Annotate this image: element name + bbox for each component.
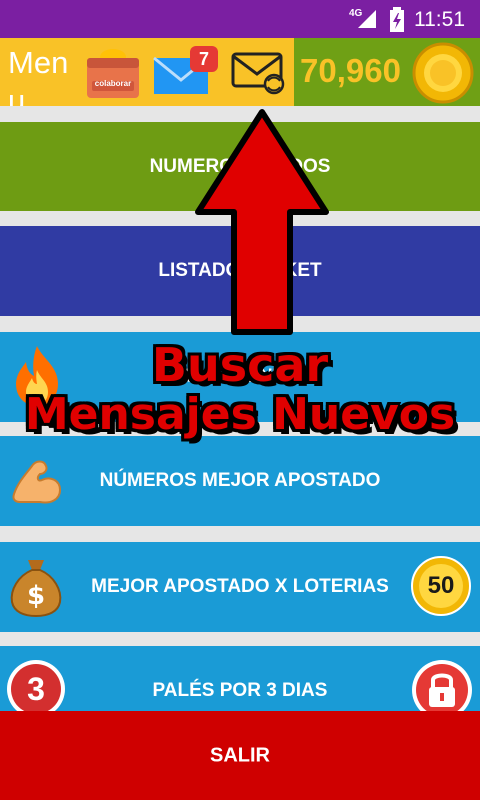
battery-icon	[390, 7, 404, 32]
fifty-coin-label: 50	[427, 572, 455, 599]
collaborate-button[interactable]: colaborar	[86, 48, 140, 105]
coin-icon[interactable]	[412, 42, 474, 104]
clock: 11:51	[414, 8, 465, 31]
mail-refresh-icon[interactable]	[230, 48, 288, 96]
header-left-panel: Menu colaborar 7	[0, 38, 294, 106]
mail-count-badge: 7	[190, 46, 218, 72]
collaborate-label: colaborar	[94, 79, 132, 88]
up-arrow-icon	[195, 109, 329, 335]
coins-panel: 70,960	[294, 38, 480, 106]
signal-icon	[358, 10, 376, 28]
exit-button[interactable]: SALIR	[0, 711, 480, 800]
best-bet-numbers-button[interactable]: NÚMEROS MEJOR APOSTADO	[0, 436, 480, 526]
best-bet-lotteries-button[interactable]: $ MEJOR APOSTADO X LOTERIAS 50	[0, 542, 480, 632]
best-bet-numbers-label: NÚMEROS MEJOR APOSTADO	[99, 470, 381, 491]
menu-button[interactable]: Menu	[8, 44, 78, 106]
best-bet-lotteries-label: MEJOR APOSTADO X LOTERIAS	[91, 576, 389, 597]
overlay-title-line1: Buscar	[151, 338, 329, 392]
overlay-title-line2: Mensajes Nuevos	[24, 389, 456, 440]
coin-count: 70,960	[300, 52, 401, 89]
exit-label: SALIR	[210, 744, 270, 766]
status-bar: 4G 11:51	[0, 0, 480, 38]
pales-3-days-label: PALÉS POR 3 DIAS	[152, 680, 328, 701]
header: Menu colaborar 7 70,960	[0, 38, 480, 106]
calendar-icon	[87, 49, 139, 98]
fifty-coin-icon: 50	[410, 555, 472, 617]
